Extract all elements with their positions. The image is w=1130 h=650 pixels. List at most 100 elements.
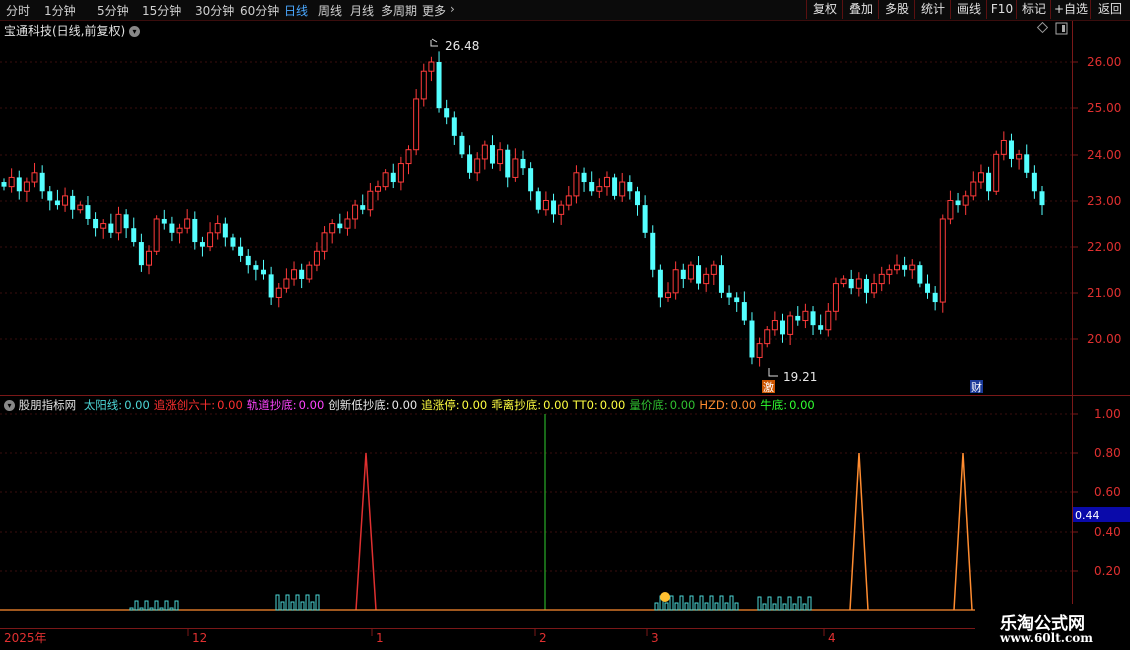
candle-body xyxy=(93,218,99,229)
candle-body xyxy=(313,250,320,266)
candle-body xyxy=(703,273,710,285)
candlestick-series xyxy=(1,51,1045,367)
signal-bar xyxy=(787,596,792,611)
indicator-legend[interactable]: ▾ 股朋指标网 太阳线: 0.00 追涨创六十: 0.00 轨道抄底: 0.00 创新低抄底… xyxy=(4,397,815,413)
candle-body xyxy=(199,242,205,247)
candle-body xyxy=(832,283,839,312)
candle-body xyxy=(627,182,633,192)
candle-body xyxy=(62,195,69,206)
candle-body xyxy=(802,310,809,322)
signal-bar xyxy=(762,603,767,611)
candle-body xyxy=(459,135,465,155)
candle-body xyxy=(489,145,495,164)
signal-bar xyxy=(777,596,782,611)
signal-bar xyxy=(802,603,807,611)
candle-body xyxy=(657,269,663,298)
candle-body xyxy=(238,246,244,256)
candle-body xyxy=(634,191,640,206)
candle-body xyxy=(451,117,457,136)
candle-body xyxy=(1039,191,1045,206)
price-tick-label: 23.00 xyxy=(1087,194,1121,208)
candle-body xyxy=(787,315,794,335)
indicator-item-value: 0.00 xyxy=(789,398,815,412)
candle-body xyxy=(77,204,84,211)
event-marker-cai[interactable]: 财 xyxy=(970,380,983,394)
indicator-item: 量价底: 0.00 xyxy=(629,398,695,412)
candle-body xyxy=(23,181,30,192)
signal-bar xyxy=(772,603,777,611)
indicator-item-label: 轨道抄底: xyxy=(246,398,297,412)
indicator-item: TT0: 0.00 xyxy=(573,398,626,412)
signal-bar xyxy=(699,595,704,611)
signal-bar xyxy=(285,594,290,611)
pane-borders xyxy=(0,21,1130,629)
signal-bar xyxy=(290,601,295,611)
indicator-item-value: 0.00 xyxy=(124,398,150,412)
indicator-grid xyxy=(0,413,1072,572)
indicator-item: 乖离抄底: 0.00 xyxy=(491,398,568,412)
price-tick-label: 25.00 xyxy=(1087,101,1121,115)
candle-body xyxy=(153,218,160,252)
indicator-item-label: 追涨创六十: xyxy=(153,398,216,412)
candle-body xyxy=(352,204,359,220)
price-tick-label: 20.00 xyxy=(1087,332,1121,346)
candle-body xyxy=(131,228,137,243)
signal-bar xyxy=(729,595,734,611)
signal-bar xyxy=(144,600,149,611)
candle-body xyxy=(780,320,785,335)
candle-body xyxy=(932,292,938,303)
candle-body xyxy=(382,172,389,188)
candle-body xyxy=(893,264,900,271)
signal-bar xyxy=(689,595,694,611)
indicator-item: 牛底: 0.00 xyxy=(760,398,814,412)
marker-cai-label: 财 xyxy=(971,380,982,394)
signal-bar xyxy=(174,600,179,611)
indicator-signals xyxy=(0,414,1072,611)
candle-body xyxy=(444,108,450,118)
candle-body xyxy=(390,172,396,183)
indicator-item-label: 太阳线: xyxy=(83,398,123,412)
candle-body xyxy=(542,200,549,211)
candle-body xyxy=(863,278,869,293)
candle-body xyxy=(741,302,747,321)
candle-body xyxy=(108,223,114,233)
candle-body xyxy=(16,177,22,192)
candle-body xyxy=(253,265,259,270)
candle-body xyxy=(207,232,214,248)
candle-body xyxy=(696,265,702,284)
candle-body xyxy=(734,297,740,303)
candle-body xyxy=(917,265,923,284)
candle-body xyxy=(1000,139,1007,155)
indicator-item-value: 0.00 xyxy=(730,398,757,412)
candle-body xyxy=(825,310,832,331)
candle-body xyxy=(962,195,969,206)
candle-body xyxy=(749,320,755,358)
panel-toggle-icon[interactable] xyxy=(1055,22,1068,35)
indicator-item-value: 0.00 xyxy=(217,398,243,412)
candle-body xyxy=(299,269,305,279)
candle-body xyxy=(603,176,610,188)
candle-body xyxy=(261,269,266,275)
event-marker-ji[interactable]: 激 xyxy=(762,380,775,394)
candle-body xyxy=(291,269,298,280)
signal-bar xyxy=(300,601,305,611)
signal-bar xyxy=(159,607,164,611)
candle-body xyxy=(214,223,221,234)
diamond-icon[interactable] xyxy=(1036,21,1049,34)
signal-bar xyxy=(767,596,772,611)
date-axis xyxy=(187,628,825,636)
kline-chart[interactable]: 26.00 25.00 24.00 23.00 22.00 21.00 20.0… xyxy=(0,0,1130,650)
signal-bar xyxy=(704,602,709,611)
candle-body xyxy=(581,172,587,183)
candle-body xyxy=(619,181,626,197)
candle-body xyxy=(955,200,961,206)
price-tick-label: 21.00 xyxy=(1087,286,1121,300)
signal-bar xyxy=(280,601,285,611)
chevron-down-icon[interactable]: ▾ xyxy=(4,400,15,411)
candle-body xyxy=(726,292,732,298)
candle-body xyxy=(1031,172,1037,192)
signal-bar xyxy=(714,602,719,611)
candle-body xyxy=(818,325,824,330)
candle-body xyxy=(993,153,1000,192)
indicator-name: 股朋指标网 xyxy=(18,398,77,412)
